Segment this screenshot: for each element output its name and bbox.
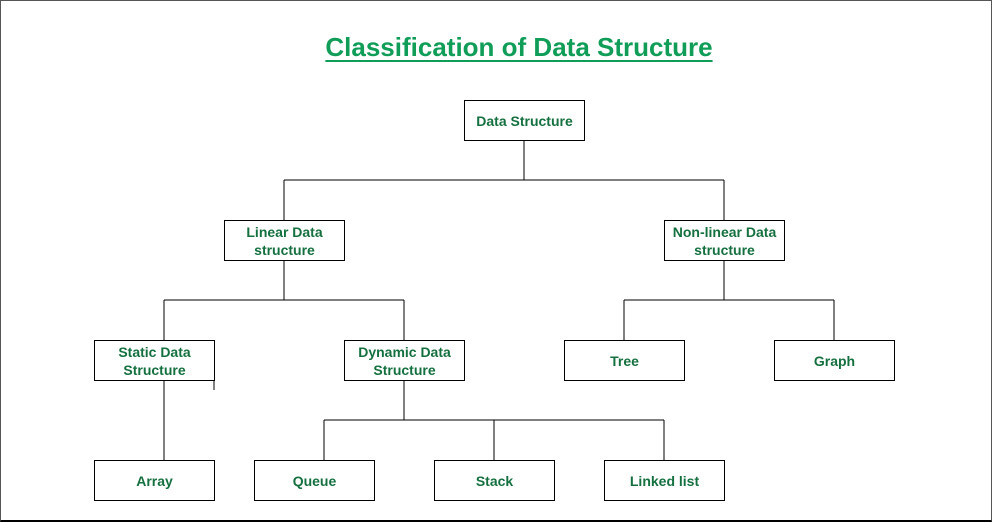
node-linear-data-structure: Linear Data structure	[224, 220, 345, 261]
connector-lines	[163, 140, 835, 460]
node-label: Tree	[610, 352, 639, 369]
node-graph: Graph	[774, 340, 895, 381]
node-static-data-structure: Static Data Structure	[94, 340, 215, 381]
node-queue: Queue	[254, 460, 375, 501]
node-label: Linked list	[629, 472, 700, 489]
node-label: Static Data Structure	[118, 343, 191, 378]
node-label: Non-linear Data structure	[672, 223, 777, 258]
node-label: Linear Data structure	[246, 223, 323, 258]
node-stack: Stack	[434, 460, 555, 501]
node-label: Graph	[813, 352, 856, 369]
node-label: Stack	[475, 472, 514, 489]
node-data-structure: Data Structure	[464, 100, 585, 141]
node-non-linear-data-structure: Non-linear Data structure	[664, 220, 785, 261]
node-label: Dynamic Data Structure	[358, 343, 451, 378]
node-array: Array	[94, 460, 215, 501]
node-dynamic-data-structure: Dynamic Data Structure	[344, 340, 465, 381]
node-label: Queue	[292, 472, 337, 489]
node-label: Data Structure	[476, 112, 573, 129]
node-linked-list: Linked list	[604, 460, 725, 501]
node-tree: Tree	[564, 340, 685, 381]
node-label: Array	[136, 472, 173, 489]
